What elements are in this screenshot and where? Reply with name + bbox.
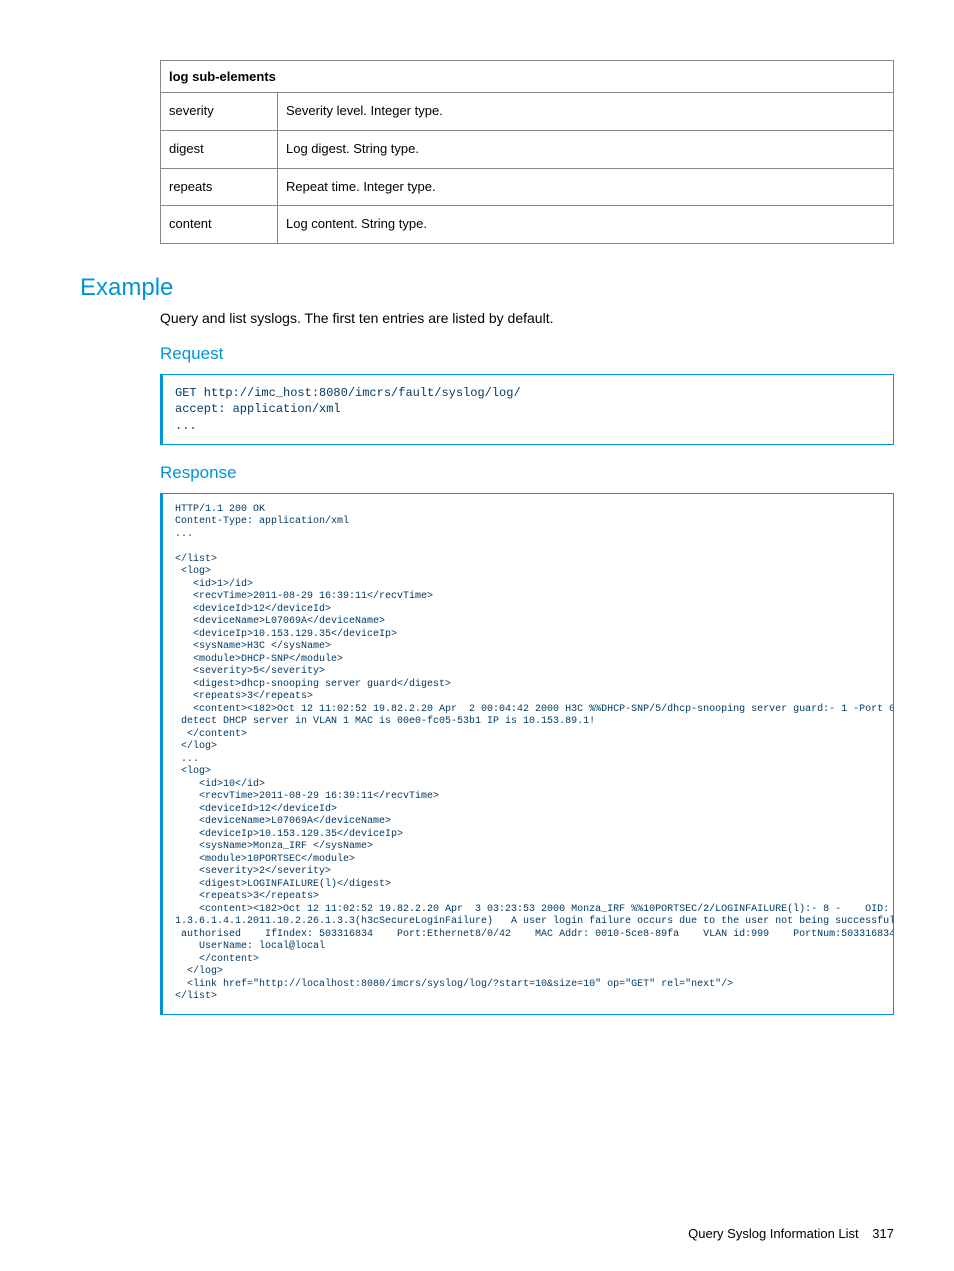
table-row: digest Log digest. String type. bbox=[161, 130, 894, 168]
row-desc: Log content. String type. bbox=[278, 206, 894, 244]
row-desc: Log digest. String type. bbox=[278, 130, 894, 168]
example-intro: Query and list syslogs. The first ten en… bbox=[160, 310, 894, 326]
row-name: content bbox=[161, 206, 278, 244]
table-row: severity Severity level. Integer type. bbox=[161, 93, 894, 131]
table-header: log sub-elements bbox=[161, 61, 894, 93]
response-code-block: HTTP/1.1 200 OK Content-Type: applicatio… bbox=[160, 493, 894, 1015]
row-desc: Repeat time. Integer type. bbox=[278, 168, 894, 206]
example-heading: Example bbox=[80, 274, 894, 302]
row-name: repeats bbox=[161, 168, 278, 206]
table-row: content Log content. String type. bbox=[161, 206, 894, 244]
request-code-block: GET http://imc_host:8080/imcrs/fault/sys… bbox=[160, 374, 894, 445]
table-row: repeats Repeat time. Integer type. bbox=[161, 168, 894, 206]
footer-title: Query Syslog Information List bbox=[688, 1226, 859, 1241]
footer-page-number: 317 bbox=[872, 1226, 894, 1241]
row-name: digest bbox=[161, 130, 278, 168]
sub-elements-table: log sub-elements severity Severity level… bbox=[160, 60, 894, 244]
row-name: severity bbox=[161, 93, 278, 131]
page-footer: Query Syslog Information List 317 bbox=[688, 1226, 894, 1241]
request-heading: Request bbox=[160, 344, 894, 364]
row-desc: Severity level. Integer type. bbox=[278, 93, 894, 131]
response-heading: Response bbox=[160, 463, 894, 483]
